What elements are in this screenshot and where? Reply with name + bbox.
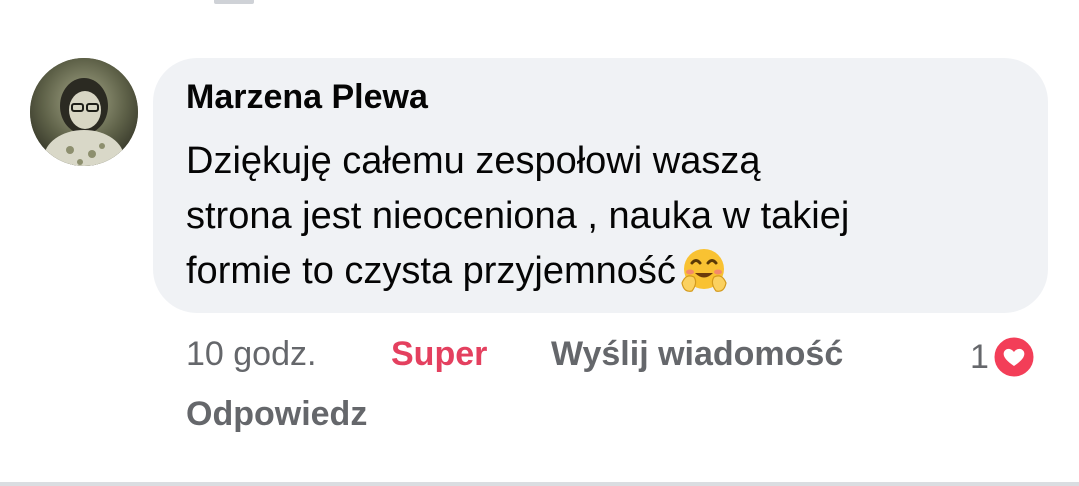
comment-timestamp[interactable]: 10 godz.: [186, 335, 316, 374]
hugging-face-emoji-icon: [681, 249, 727, 292]
heart-icon: [991, 334, 1037, 380]
divider: [0, 482, 1079, 486]
reaction-count: 1: [970, 337, 989, 376]
comment-line-text: formie to czysta przyjemność: [186, 250, 676, 292]
comment-line: strona jest nieoceniona , nauka w takiej: [186, 195, 850, 237]
avatar[interactable]: [30, 58, 138, 166]
reaction-summary[interactable]: 1: [970, 334, 1037, 380]
send-message-button[interactable]: Wyślij wiadomość: [551, 335, 843, 374]
comment-line: Dziękuję całemu zespołowi waszą: [186, 140, 761, 182]
comment-text: Dziękuję całemu zespołowi waszą strona j…: [186, 134, 946, 299]
reaction-button[interactable]: Super: [391, 335, 487, 374]
previous-comment-fragment: [214, 0, 254, 4]
comment-author[interactable]: Marzena Plewa: [186, 78, 428, 117]
comment-line-last: formie to czysta przyjemność: [186, 244, 946, 299]
reply-button[interactable]: Odpowiedz: [186, 395, 367, 434]
